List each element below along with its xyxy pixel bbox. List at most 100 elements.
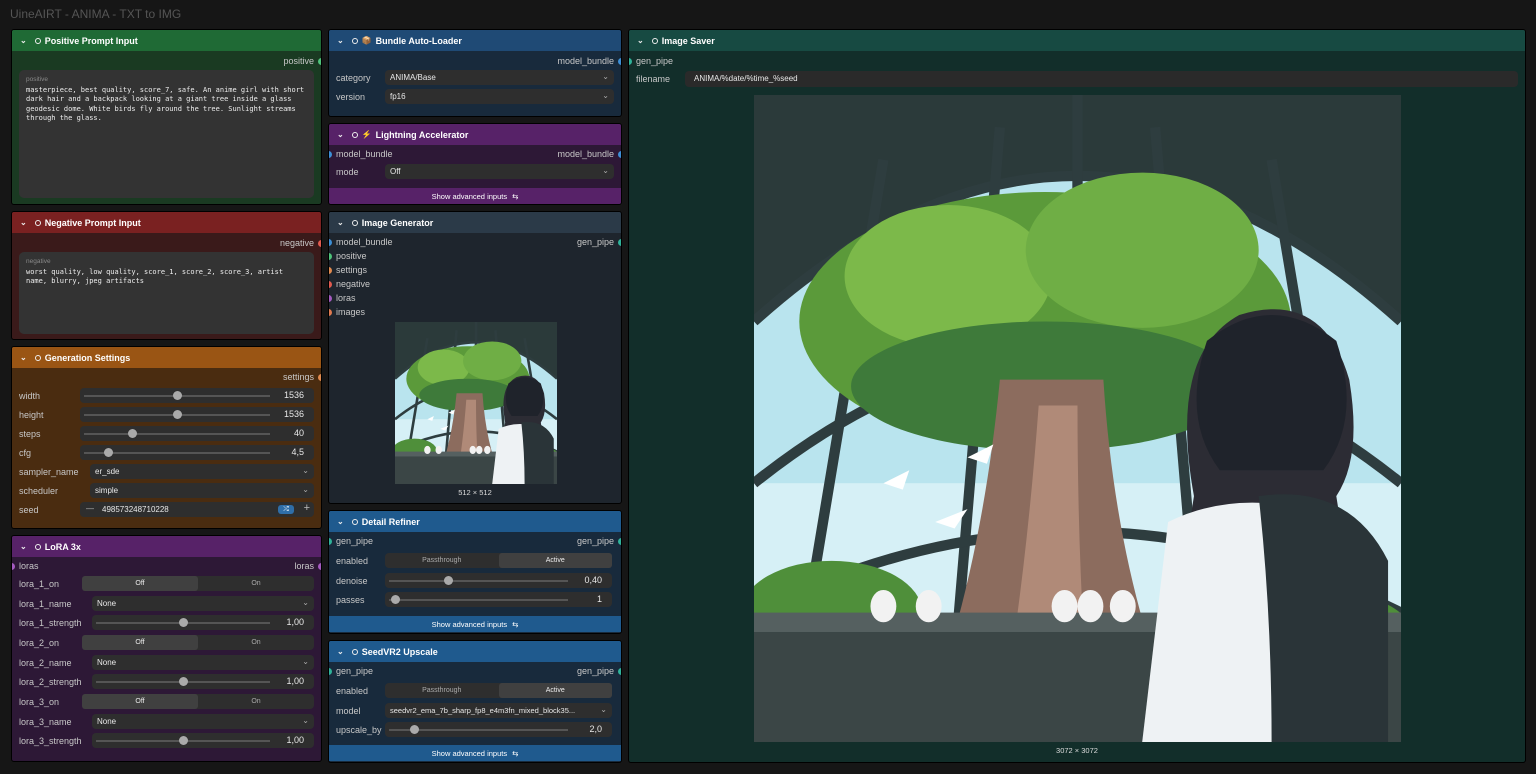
collapse-chevron-icon[interactable]: ⌄ (20, 218, 27, 227)
collapse-chevron-icon[interactable]: ⌄ (20, 353, 27, 362)
detail-refiner-node[interactable]: ⌄ Detail Refiner gen_pipe gen_pipe enabled… (328, 510, 622, 634)
toggle-passthrough[interactable]: Passthrough (385, 683, 499, 698)
lora-3-name-select[interactable]: None ⌄ (92, 714, 314, 729)
negative-input-socket[interactable] (329, 280, 332, 288)
toggle-off[interactable]: Off (82, 576, 198, 591)
toggle-active[interactable]: Active (498, 553, 612, 568)
lora-3-toggle[interactable]: Off On (82, 694, 314, 709)
show-advanced-button[interactable]: Show advanced inputs ⇆ (329, 745, 621, 761)
lora-1-name-select[interactable]: None ⌄ (92, 596, 314, 611)
gen-pipe-output-socket[interactable] (618, 238, 621, 246)
gen-pipe-input-socket[interactable] (329, 667, 332, 675)
collapse-chevron-icon[interactable]: ⌄ (20, 542, 27, 551)
loras-input-socket[interactable] (12, 562, 15, 570)
prompt-text: masterpiece, best quality, score_7, safe… (26, 85, 305, 123)
show-advanced-button[interactable]: Show advanced inputs ⇆ (329, 188, 621, 204)
toggle-off[interactable]: Off (82, 635, 198, 650)
generation-settings-node[interactable]: ⌄ Generation Settings settings width 1536… (11, 346, 322, 529)
lora-2-name-select[interactable]: None ⌄ (92, 655, 314, 670)
lora-1-toggle[interactable]: Off On (82, 576, 314, 591)
passes-slider[interactable]: 1 (385, 592, 612, 607)
lora-2-strength-slider[interactable]: 1,00 (92, 674, 314, 689)
filename-input[interactable]: ANIMA/%date/%time_%seed (685, 71, 1518, 87)
output-label: gen_pipe (576, 666, 614, 676)
width-slider[interactable]: 1536 (80, 388, 314, 403)
lora-1-strength-slider[interactable]: 1,00 (92, 615, 314, 630)
collapse-chevron-icon[interactable]: ⌄ (20, 36, 27, 45)
bundle-output-socket[interactable] (618, 57, 621, 65)
input-label: positive (336, 251, 367, 261)
settings-output-socket[interactable] (318, 373, 321, 381)
positive-output-socket[interactable] (318, 57, 321, 65)
seed-input[interactable]: — 498573248710228 ⤮ + (80, 502, 314, 517)
toggle-off[interactable]: Off (82, 694, 198, 709)
seed-decrement-button[interactable]: — (86, 504, 94, 513)
bundle-loader-node[interactable]: ⌄ 📦 Bundle Auto-Loader model_bundle catego… (328, 29, 622, 117)
bundle-output-socket[interactable] (618, 150, 621, 158)
toggle-on[interactable]: On (198, 635, 314, 650)
negative-prompt-node[interactable]: ⌄ Negative Prompt Input negative negative… (11, 211, 322, 340)
output-label: model_bundle (557, 149, 614, 159)
upscale-by-slider[interactable]: 2,0 (385, 722, 612, 737)
denoise-slider[interactable]: 0,40 (385, 573, 612, 588)
gen-pipe-input-socket[interactable] (329, 537, 332, 545)
show-advanced-button[interactable]: Show advanced inputs ⇆ (329, 616, 621, 632)
lora-2-toggle[interactable]: Off On (82, 635, 314, 650)
seedvr2-upscale-node[interactable]: ⌄ SeedVR2 Upscale gen_pipe gen_pipe enable… (328, 640, 622, 763)
image-generator-node[interactable]: ⌄ Image Generator model_bundle gen_pipe po… (328, 211, 622, 504)
toggle-on[interactable]: On (198, 694, 314, 709)
positive-prompt-node[interactable]: ⌄ Positive Prompt Input positive positive… (11, 29, 322, 205)
toggle-active[interactable]: Active (498, 683, 612, 698)
gen-pipe-output-socket[interactable] (618, 667, 621, 675)
lightning-accelerator-node[interactable]: ⌄ ⚡ Lightning Accelerator model_bundle mode… (328, 123, 622, 205)
collapse-chevron-icon[interactable]: ⌄ (337, 517, 344, 526)
mode-select[interactable]: Off ⌄ (385, 164, 614, 179)
output-label: settings (282, 372, 314, 382)
steps-slider[interactable]: 40 (80, 426, 314, 441)
negative-output-socket[interactable] (318, 239, 321, 247)
model-bundle-input-socket[interactable] (329, 238, 332, 246)
advanced-label: Show advanced inputs (431, 748, 508, 758)
collapse-chevron-icon[interactable]: ⌄ (337, 647, 344, 656)
loras-output-socket[interactable] (318, 562, 321, 570)
lightning-icon: ⚡ (361, 130, 372, 139)
node-title: Bundle Auto-Loader (375, 35, 462, 46)
node-title: Image Generator (361, 217, 434, 228)
positive-prompt-textarea[interactable]: positive masterpiece, best quality, score… (19, 70, 314, 198)
bundle-input-socket[interactable] (329, 150, 332, 158)
input-label: loras (19, 561, 39, 571)
gen-pipe-input-socket[interactable] (629, 57, 632, 65)
collapse-chevron-icon[interactable]: ⌄ (337, 36, 344, 45)
collapse-chevron-icon[interactable]: ⌄ (337, 130, 344, 139)
lora-3-on-label: lora_3_on (19, 697, 60, 707)
generated-image-preview[interactable] (395, 322, 557, 484)
output-label: gen_pipe (576, 237, 614, 247)
scheduler-select[interactable]: simple ⌄ (90, 483, 314, 498)
image-saver-node[interactable]: ⌄ Image Saver gen_pipe filename ANIMA/%da… (628, 29, 1526, 763)
seed-randomize-icon[interactable]: ⤮ (278, 505, 294, 514)
upscale-enabled-toggle[interactable]: Passthrough Active (385, 683, 612, 698)
gen-pipe-output-socket[interactable] (618, 537, 621, 545)
collapse-chevron-icon[interactable]: ⌄ (337, 218, 344, 227)
saved-image-preview[interactable] (754, 95, 1401, 742)
lora-3-strength-slider[interactable]: 1,00 (92, 733, 314, 748)
category-select[interactable]: ANIMA/Base ⌄ (385, 70, 614, 85)
settings-input-socket[interactable] (329, 266, 332, 274)
upscale-model-select[interactable]: seedvr2_ema_7b_sharp_fp8_e4m3fn_mixed_bl… (385, 703, 612, 718)
negative-prompt-textarea[interactable]: negative worst quality, low quality, scor… (19, 252, 314, 334)
sampler-select[interactable]: er_sde ⌄ (90, 464, 314, 479)
toggle-on[interactable]: On (198, 576, 314, 591)
cfg-slider[interactable]: 4,5 (80, 445, 314, 460)
loras-input-socket[interactable] (329, 294, 332, 302)
collapse-chevron-icon[interactable]: ⌄ (637, 36, 644, 45)
toggle-passthrough[interactable]: Passthrough (385, 553, 499, 568)
lora-2-strength-label: lora_2_strength (19, 677, 82, 687)
sliders-icon: ⇆ (512, 748, 519, 758)
height-slider[interactable]: 1536 (80, 407, 314, 422)
version-select[interactable]: fp16 ⌄ (385, 89, 614, 104)
images-input-socket[interactable] (329, 308, 332, 316)
positive-input-socket[interactable] (329, 252, 332, 260)
seed-increment-button[interactable]: + (304, 502, 310, 514)
refiner-enabled-toggle[interactable]: Passthrough Active (385, 553, 612, 568)
lora-node[interactable]: ⌄ LoRA 3x loras loras lora_1_on Off On lora… (11, 535, 322, 762)
